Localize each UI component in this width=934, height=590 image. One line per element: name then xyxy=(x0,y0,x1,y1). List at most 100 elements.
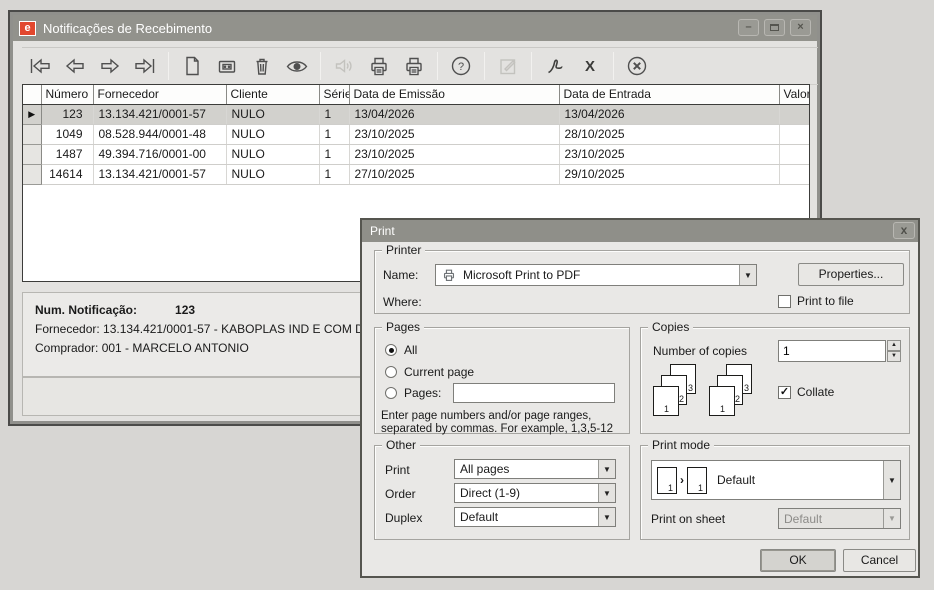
new-record-button[interactable] xyxy=(180,54,204,78)
cell-numero[interactable]: 1487 xyxy=(41,144,93,164)
order-combo[interactable]: Direct (1-9) ▼ xyxy=(454,483,616,503)
cell-valor[interactable] xyxy=(779,164,810,184)
cell-serie[interactable]: 1 xyxy=(319,144,349,164)
export-excel-button[interactable]: X xyxy=(578,54,602,78)
cell-emissao[interactable]: 23/10/2025 xyxy=(349,124,559,144)
cell-cliente[interactable]: NULO xyxy=(226,104,319,124)
print-alt-button[interactable] xyxy=(402,54,426,78)
pages-current-radio[interactable]: Current page xyxy=(385,365,474,379)
print-to-file-checkbox[interactable]: Print to file xyxy=(778,294,854,308)
cell-cliente[interactable]: NULO xyxy=(226,124,319,144)
cell-numero[interactable]: 123 xyxy=(41,104,93,124)
print-button[interactable] xyxy=(367,54,391,78)
cell-entrada[interactable]: 23/10/2025 xyxy=(559,144,779,164)
column-header[interactable]: Fornecedor xyxy=(93,85,226,104)
help-button[interactable]: ? xyxy=(449,54,473,78)
dropdown-arrow-icon: ▼ xyxy=(883,509,900,528)
cell-fornecedor[interactable]: 08.528.944/0001-48 xyxy=(93,124,226,144)
number-of-copies-label: Number of copies xyxy=(653,344,747,358)
table-row[interactable]: 1049 08.528.944/0001-48 NULO 1 23/10/202… xyxy=(23,124,810,144)
first-record-button[interactable] xyxy=(28,54,52,78)
order-row-label: Order xyxy=(385,487,416,501)
cell-fornecedor[interactable]: 13.134.421/0001-57 xyxy=(93,164,226,184)
spinner-down-button[interactable]: ▼ xyxy=(887,351,901,362)
table-row[interactable]: ▶ 123 13.134.421/0001-57 NULO 1 13/04/20… xyxy=(23,104,810,124)
cancel-button[interactable]: Cancel xyxy=(843,549,916,572)
cell-serie[interactable]: 1 xyxy=(319,124,349,144)
new-record-icon xyxy=(181,55,203,77)
last-record-button[interactable] xyxy=(133,54,157,78)
table-row[interactable]: 14614 13.134.421/0001-57 NULO 1 27/10/20… xyxy=(23,164,810,184)
next-record-button[interactable] xyxy=(98,54,122,78)
dropdown-arrow-icon[interactable]: ▼ xyxy=(598,484,615,502)
print-to-file-label: Print to file xyxy=(797,294,854,308)
column-header[interactable]: Série xyxy=(319,85,349,104)
print-mode-combo[interactable]: 1 › 1 Default ▼ xyxy=(651,460,901,500)
cell-cliente[interactable]: NULO xyxy=(226,144,319,164)
cell-entrada[interactable]: 28/10/2025 xyxy=(559,124,779,144)
delete-record-button[interactable] xyxy=(250,54,274,78)
dropdown-arrow-icon[interactable]: ▼ xyxy=(598,508,615,526)
cell-serie[interactable]: 1 xyxy=(319,104,349,124)
column-header[interactable]: Data de Emissão xyxy=(349,85,559,104)
close-button[interactable]: × xyxy=(790,19,811,36)
view-record-icon xyxy=(285,55,309,77)
copies-group-legend: Copies xyxy=(648,320,693,334)
print-combo[interactable]: All pages ▼ xyxy=(454,459,616,479)
cell-valor[interactable] xyxy=(779,124,810,144)
print-dialog-title: Print xyxy=(370,224,395,238)
pages-group-legend: Pages xyxy=(382,320,424,334)
other-group-legend: Other xyxy=(382,438,420,452)
print-dialog-titlebar[interactable]: Print x xyxy=(362,220,918,242)
collate-checkbox[interactable]: ✓ Collate xyxy=(778,385,834,399)
printer-name-label: Name: xyxy=(383,268,418,282)
save-record-button[interactable] xyxy=(215,54,239,78)
cell-cliente[interactable]: NULO xyxy=(226,164,319,184)
grid-header-row: Número Fornecedor Cliente Série Data de … xyxy=(23,85,810,104)
print-dialog-close-button[interactable]: x xyxy=(893,222,915,239)
cell-valor[interactable] xyxy=(779,144,810,164)
view-record-button[interactable] xyxy=(285,54,309,78)
close-window-button[interactable] xyxy=(625,54,649,78)
export-excel-icon: X xyxy=(579,55,601,77)
dropdown-arrow-icon[interactable]: ▼ xyxy=(598,460,615,478)
copies-count-input[interactable] xyxy=(778,340,886,362)
row-selector xyxy=(23,144,41,164)
cell-emissao[interactable]: 27/10/2025 xyxy=(349,164,559,184)
ok-button[interactable]: OK xyxy=(760,549,836,572)
num-notificacao-value: 123 xyxy=(175,303,195,317)
cell-numero[interactable]: 14614 xyxy=(41,164,93,184)
cell-entrada[interactable]: 13/04/2026 xyxy=(559,104,779,124)
cell-serie[interactable]: 1 xyxy=(319,164,349,184)
cell-valor[interactable] xyxy=(779,104,810,124)
cell-emissao[interactable]: 23/10/2025 xyxy=(349,144,559,164)
collate-label: Collate xyxy=(797,385,834,399)
duplex-combo[interactable]: Default ▼ xyxy=(454,507,616,527)
maximize-button[interactable] xyxy=(764,19,785,36)
cell-emissao[interactable]: 13/04/2026 xyxy=(349,104,559,124)
radio-selected-icon xyxy=(385,344,397,356)
dropdown-arrow-icon[interactable]: ▼ xyxy=(739,265,756,285)
cell-fornecedor[interactable]: 13.134.421/0001-57 xyxy=(93,104,226,124)
previous-record-button[interactable] xyxy=(63,54,87,78)
export-pdf-button[interactable] xyxy=(543,54,567,78)
pages-all-radio[interactable]: All xyxy=(385,343,417,357)
cell-fornecedor[interactable]: 49.394.716/0001-00 xyxy=(93,144,226,164)
properties-button[interactable]: Properties... xyxy=(798,263,904,286)
printer-name-combo[interactable]: Microsoft Print to PDF ▼ xyxy=(435,264,757,286)
minimize-button[interactable]: – xyxy=(738,19,759,36)
column-header[interactable]: Data de Entrada xyxy=(559,85,779,104)
pages-range-radio[interactable]: Pages: xyxy=(385,386,441,400)
cell-entrada[interactable]: 29/10/2025 xyxy=(559,164,779,184)
pages-range-label: Pages: xyxy=(404,386,441,400)
dropdown-arrow-icon[interactable]: ▼ xyxy=(883,461,900,499)
column-header[interactable]: Número xyxy=(41,85,93,104)
table-row[interactable]: 1487 49.394.716/0001-00 NULO 1 23/10/202… xyxy=(23,144,810,164)
other-group: Other Print All pages ▼ Order Direct (1-… xyxy=(374,445,630,540)
column-header[interactable]: Valor do xyxy=(779,85,810,104)
spinner-up-button[interactable]: ▲ xyxy=(887,340,901,351)
column-header[interactable]: Cliente xyxy=(226,85,319,104)
pages-range-input[interactable] xyxy=(453,383,615,403)
main-titlebar[interactable]: e Notificações de Recebimento – × xyxy=(13,15,817,41)
cell-numero[interactable]: 1049 xyxy=(41,124,93,144)
